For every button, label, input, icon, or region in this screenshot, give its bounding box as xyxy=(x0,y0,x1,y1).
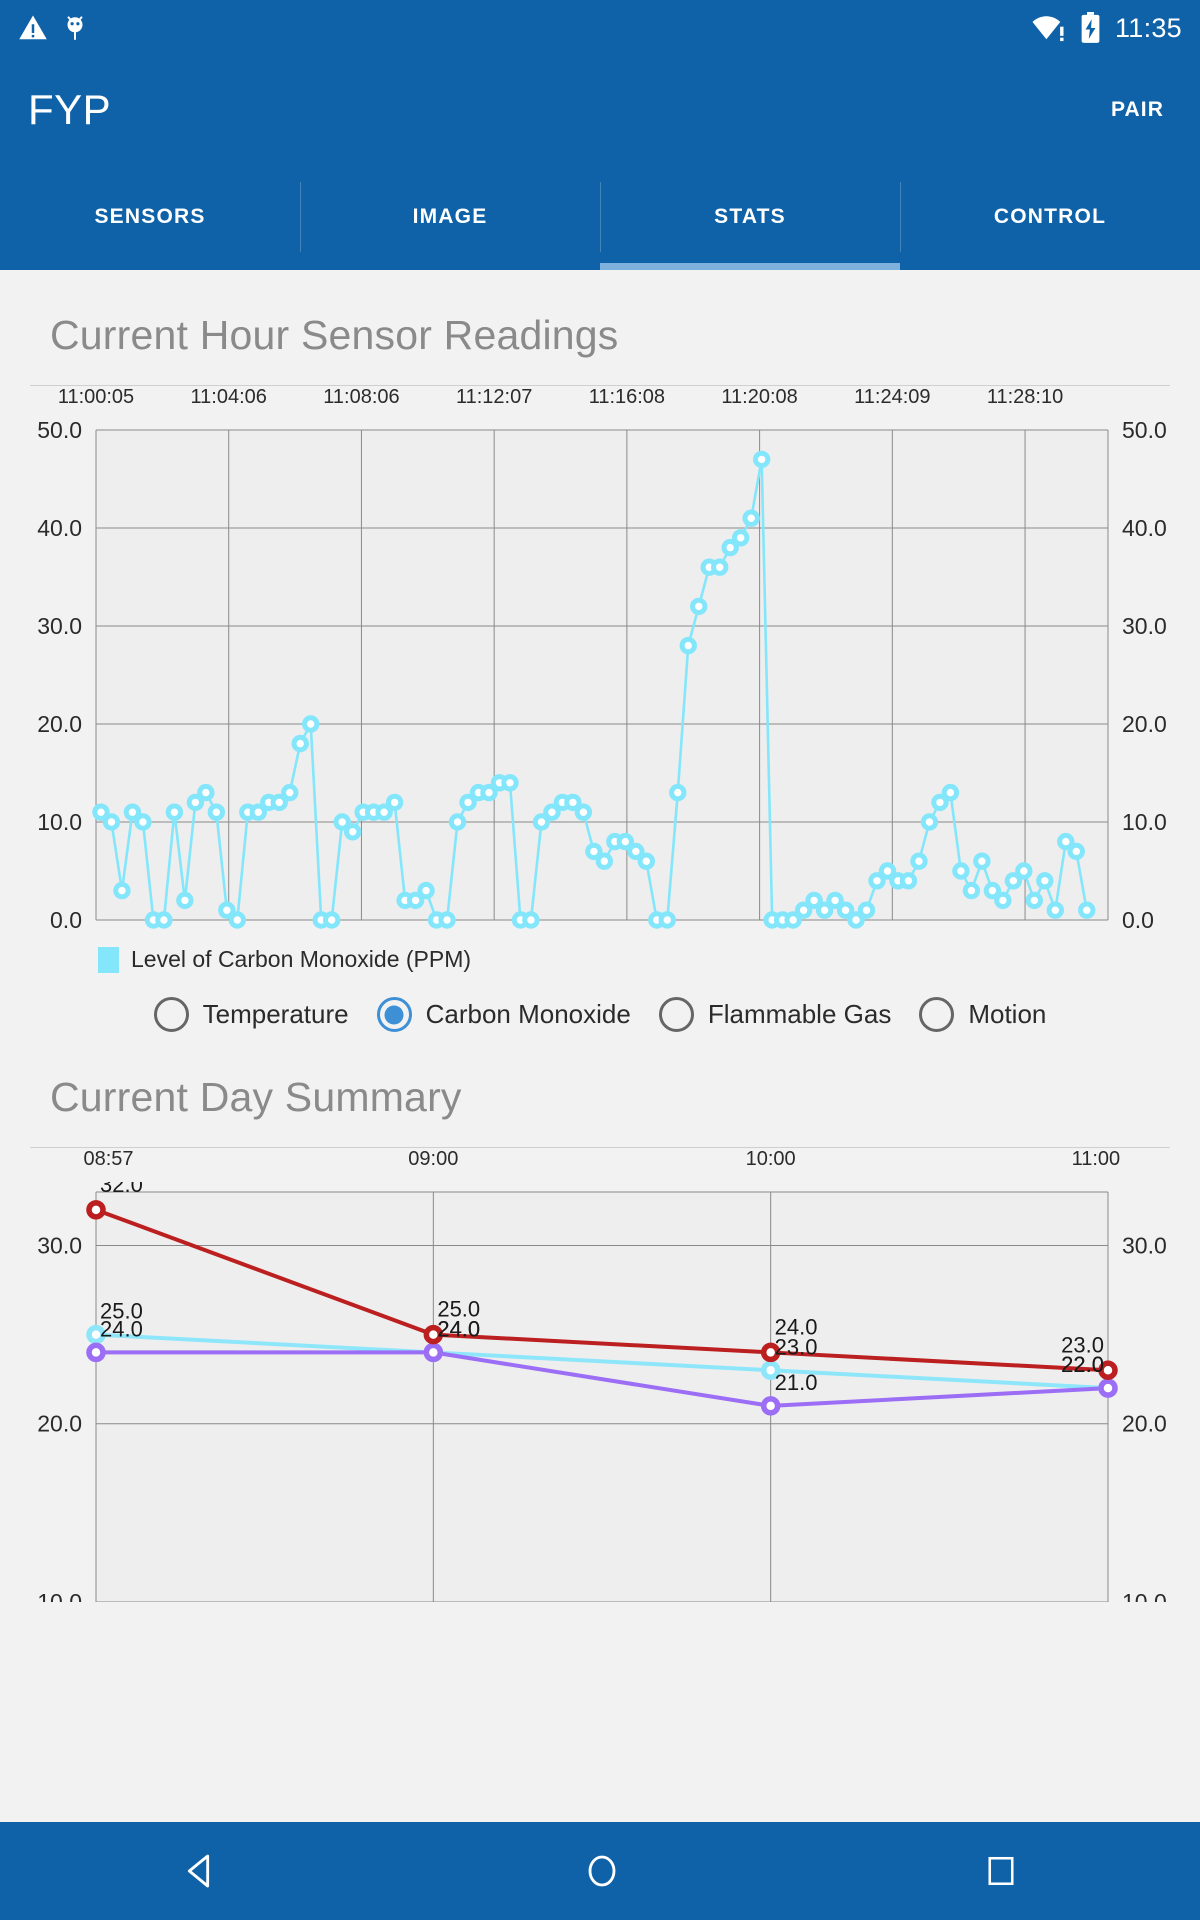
day-ytick-label-right: 30.0 xyxy=(1122,1232,1167,1258)
sensor-radio-group: Temperature Carbon Monoxide Flammable Gas M… xyxy=(0,973,1200,1032)
app-screen: 11:35 FYP PAIR SENSORS IMAGE STATS CONTR… xyxy=(0,0,1200,1920)
day-xtick-label: 10:00 xyxy=(745,1148,796,1170)
day-section-title: Current Day Summary xyxy=(50,1074,462,1120)
hour-xtick-label: 11:00:05 xyxy=(57,386,135,408)
hour-ytick-label-left: 40.0 xyxy=(37,515,82,541)
tab-stats-label: STATS xyxy=(714,205,786,228)
recents-square-icon[interactable] xyxy=(983,1853,1019,1889)
tab-sensors[interactable]: SENSORS xyxy=(0,164,300,270)
pair-button[interactable]: PAIR xyxy=(1103,86,1172,134)
status-bar: 11:35 xyxy=(0,0,1200,56)
tab-sensors-label: SENSORS xyxy=(94,205,206,228)
tab-control-label: CONTROL xyxy=(993,205,1107,228)
hour-ytick-label-right: 0.0 xyxy=(1122,907,1154,932)
hour-chart-svg: 0.0 0.0 10.0 10.0 20.0 20.0 30.0 30.0 40.0 40.0 50… xyxy=(37,420,1167,932)
radio-label: Carbon Monoxide xyxy=(425,999,631,1029)
hour-ytick-label-left: 30.0 xyxy=(37,613,82,639)
radio-label: Temperature xyxy=(202,999,349,1029)
hour-ytick-label-right: 10.0 xyxy=(1122,809,1167,835)
radio-label: Motion xyxy=(968,999,1047,1029)
hour-xtick-label: 11:16:08 xyxy=(588,386,666,408)
app-bar: FYP PAIR xyxy=(0,56,1200,164)
day-xtick-label: 11:00 xyxy=(1071,1148,1121,1170)
warning-triangle-icon xyxy=(19,15,47,40)
hour-ytick-label-left: 20.0 xyxy=(37,711,82,737)
hour-ytick-label-right: 30.0 xyxy=(1122,613,1167,639)
day-point-label: 24.0 xyxy=(100,1316,143,1341)
radio-label: Flammable Gas xyxy=(707,999,892,1029)
radio-button-selected[interactable] xyxy=(376,997,412,1032)
tab-image-label: IMAGE xyxy=(412,205,488,228)
hour-xtick-label: 11:08:06 xyxy=(323,386,400,408)
day-chart: 08:57 09:00 10:00 11:00 32.0 25.0 24.0 23.0 25.… xyxy=(0,1148,1200,1602)
day-point-label: 22.0 xyxy=(1061,1352,1104,1377)
hour-ytick-label-left: 10.0 xyxy=(37,809,82,835)
legend-color-swatch xyxy=(98,946,119,973)
radio-item-flammable-gas[interactable]: Flammable Gas xyxy=(658,997,892,1032)
hour-ytick-label-left: 0.0 xyxy=(50,907,82,932)
day-point-label: 24.0 xyxy=(437,1316,480,1341)
day-point-label: 23.0 xyxy=(775,1334,818,1359)
hour-chart: 11:00:05 11:04:06 11:08:06 11:12:07 11:16:08… xyxy=(0,386,1200,932)
home-circle-icon[interactable] xyxy=(582,1851,622,1891)
radio-button[interactable] xyxy=(658,997,694,1032)
tab-control[interactable]: CONTROL xyxy=(900,164,1200,270)
day-xtick-label: 09:00 xyxy=(408,1148,459,1170)
hour-xtick-label: 11:24:09 xyxy=(854,386,931,408)
hour-section-title: Current Hour Sensor Readings xyxy=(50,312,619,358)
day-ytick-label-left: 10.0 xyxy=(37,1589,82,1602)
day-chart-svg: 32.025.024.023.025.024.023.022.024.0 24.0… xyxy=(37,1182,1167,1602)
back-triangle-icon[interactable] xyxy=(181,1851,221,1891)
radio-button[interactable] xyxy=(919,997,955,1032)
battery-charging-icon xyxy=(1081,12,1100,43)
tab-bar: SENSORS IMAGE STATS CONTROL xyxy=(0,164,1200,270)
day-xtick-label: 08:57 xyxy=(83,1148,134,1170)
status-bar-right-icons: 11:35 xyxy=(1032,12,1182,44)
tab-image[interactable]: IMAGE xyxy=(300,164,600,270)
day-ytick-label-right: 20.0 xyxy=(1122,1411,1167,1437)
hour-chart-xaxis-labels: 11:00:05 11:04:06 11:08:06 11:12:07 11:16:08… xyxy=(0,386,1200,420)
hour-chart-plot: 0.0 0.0 10.0 10.0 20.0 20.0 30.0 30.0 40.0 40.0 50… xyxy=(0,420,1200,932)
day-ytick-label-left: 20.0 xyxy=(37,1411,82,1437)
hour-ytick-label-left: 50.0 xyxy=(37,420,82,443)
day-point-label: 21.0 xyxy=(775,1370,818,1395)
hour-ytick-label-right: 20.0 xyxy=(1122,711,1167,737)
android-debug-icon xyxy=(67,16,83,40)
day-point-label: 32.0 xyxy=(100,1182,143,1197)
radio-button[interactable] xyxy=(153,997,189,1032)
radio-item-carbon-monoxide[interactable]: Carbon Monoxide xyxy=(376,997,631,1032)
day-ytick-label-left: 30.0 xyxy=(37,1232,82,1258)
day-ytick-label-right: 10.0 xyxy=(1122,1589,1167,1602)
hour-xtick-label: 11:04:06 xyxy=(190,386,267,408)
legend-label: Level of Carbon Monoxide (PPM) xyxy=(131,946,472,972)
day-chart-xaxis-labels: 08:57 09:00 10:00 11:00 xyxy=(0,1148,1200,1182)
tab-stats[interactable]: STATS xyxy=(600,164,900,270)
status-bar-left-icons xyxy=(18,13,88,43)
app-title: FYP xyxy=(28,86,112,133)
android-nav-bar xyxy=(0,1822,1200,1920)
day-chart-plot: 32.0 25.0 24.0 23.0 25.0 24.0 23.0 22.0 24.0 24.0… xyxy=(0,1182,1200,1602)
radio-item-temperature[interactable]: Temperature xyxy=(153,997,349,1032)
wifi-warning-icon xyxy=(1032,16,1064,42)
hour-chart-legend: Level of Carbon Monoxide (PPM) xyxy=(0,932,1200,973)
hour-ytick-label-right: 40.0 xyxy=(1122,515,1167,541)
stats-content: Current Hour Sensor Readings 11:00:05 11:… xyxy=(0,270,1200,1852)
hour-ytick-label-right: 50.0 xyxy=(1122,420,1167,443)
status-bar-clock: 11:35 xyxy=(1114,12,1182,43)
hour-xtick-label: 11:20:08 xyxy=(721,386,798,408)
hour-xtick-label: 11:12:07 xyxy=(455,386,533,408)
hour-xtick-label: 11:28:10 xyxy=(986,386,1064,408)
radio-item-motion[interactable]: Motion xyxy=(919,997,1046,1032)
